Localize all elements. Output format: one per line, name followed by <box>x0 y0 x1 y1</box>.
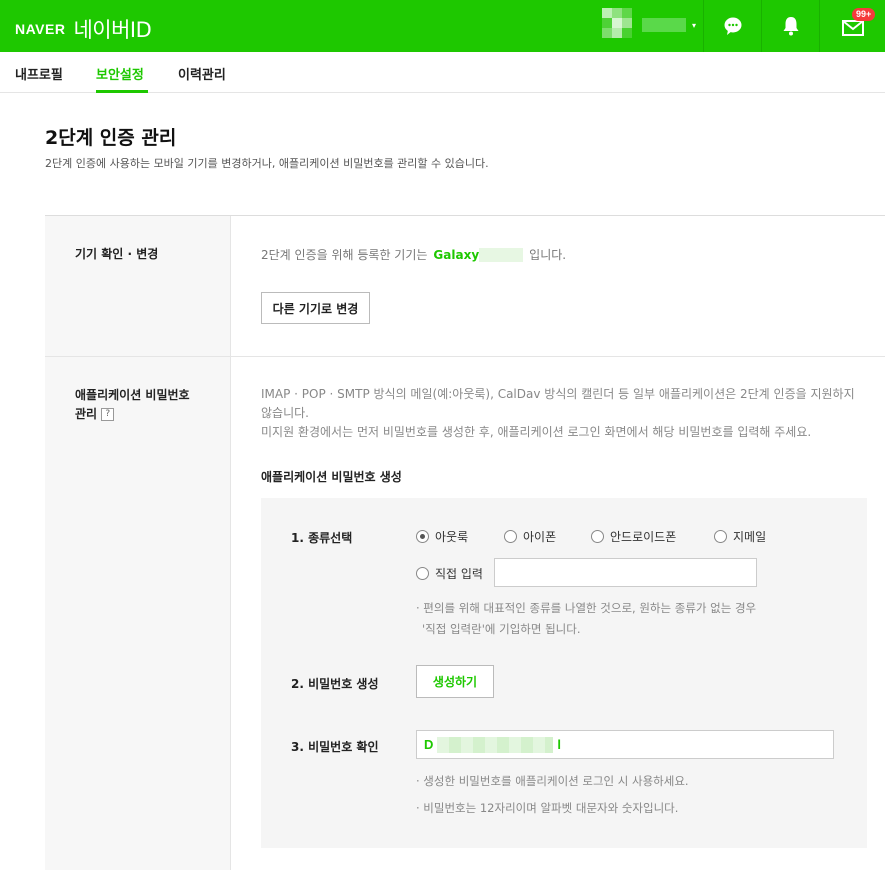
chevron-down-icon: ▾ <box>692 20 697 30</box>
password-last-char: l <box>557 737 562 752</box>
app-password-description: IMAP · POP · SMTP 방식의 메일(예:아웃룩), CalDav … <box>261 385 866 442</box>
page-description: 2단계 인증에 사용하는 모바일 기기를 변경하거나, 애플리케이션 비밀번호를… <box>45 157 489 170</box>
user-name-masked <box>642 18 686 32</box>
device-section-label: 기기 확인 · 변경 <box>75 247 159 261</box>
radio-android-label: 안드로이드폰 <box>610 530 677 544</box>
device-text-after: 입니다. <box>529 248 567 262</box>
tab-my-profile[interactable]: 내프로필 <box>15 64 63 83</box>
avatar <box>602 8 632 42</box>
help-icon[interactable]: ? <box>101 408 115 421</box>
radio-checked-icon <box>416 530 429 543</box>
direct-input-field[interactable] <box>494 558 757 587</box>
app-password-label-text: 관리 <box>75 407 98 421</box>
active-tab-indicator <box>96 90 148 93</box>
password-first-char: D <box>424 737 434 752</box>
column-divider <box>230 216 231 870</box>
radio-outlook[interactable]: 아웃룩 <box>416 528 468 545</box>
device-text-before: 2단계 인증을 위해 등록한 기기는 <box>261 248 428 262</box>
radio-gmail-label: 지메일 <box>733 530 767 544</box>
step1-note: · 편의를 위해 대표적인 종류를 나열한 것으로, 원하는 종류가 없는 경우… <box>416 598 756 640</box>
radio-unchecked-icon <box>714 530 727 543</box>
device-name: Galaxy <box>433 247 480 262</box>
radio-gmail[interactable]: 지메일 <box>714 528 766 545</box>
app-desc-line1: IMAP · POP · SMTP 방식의 메일(예:아웃룩), CalDav … <box>261 387 855 420</box>
change-device-button[interactable]: 다른 기기로 변경 <box>261 292 370 324</box>
step3-note2: · 비밀번호는 12자리이며 알파벳 대문자와 숫자입니다. <box>416 801 679 815</box>
app-desc-line2: 미지원 환경에서는 먼저 비밀번호를 생성한 후, 애플리케이션 로그인 화면에… <box>261 425 812 439</box>
top-header: NAVER 네이버ID ▾ 99+ <box>0 0 885 52</box>
radio-unchecked-icon <box>416 567 429 580</box>
radio-unchecked-icon <box>591 530 604 543</box>
radio-android[interactable]: 안드로이드폰 <box>591 528 676 545</box>
user-menu[interactable]: ▾ <box>602 8 696 42</box>
generated-password-field[interactable]: D l <box>416 730 834 759</box>
radio-direct-input[interactable]: 직접 입력 <box>416 565 483 582</box>
app-password-section-label: 애플리케이션 비밀번호 관리 ? <box>75 386 190 424</box>
notification-button[interactable] <box>761 0 819 52</box>
naver-id-logo[interactable]: NAVER 네이버ID <box>15 14 152 44</box>
step2-label: 2. 비밀번호 생성 <box>291 677 379 691</box>
app-password-label-line1: 애플리케이션 비밀번호 <box>75 388 190 402</box>
bell-icon <box>783 17 798 36</box>
radio-unchecked-icon <box>504 530 517 543</box>
app-password-label-line2: 관리 ? <box>75 405 190 424</box>
password-masked <box>437 736 554 753</box>
mail-icon <box>841 20 864 36</box>
naver-id-title: 네이버ID <box>73 18 152 42</box>
device-model-masked <box>479 247 524 262</box>
step3-label: 3. 비밀번호 확인 <box>291 740 379 754</box>
page-title: 2단계 인증 관리 <box>45 127 177 149</box>
mail-count-badge: 99+ <box>852 8 876 21</box>
mail-button[interactable]: 99+ <box>819 0 885 52</box>
row-divider <box>45 356 885 357</box>
step3-note1: · 생성한 비밀번호를 애플리케이션 로그인 시 사용하세요. <box>416 774 689 788</box>
talk-button[interactable] <box>703 0 761 52</box>
naver-logo-text: NAVER <box>15 21 66 37</box>
radio-iphone-label: 아이폰 <box>523 530 557 544</box>
generate-password-button[interactable]: 생성하기 <box>416 665 494 698</box>
step1-note-line1: · 편의를 위해 대표적인 종류를 나열한 것으로, 원하는 종류가 없는 경우 <box>416 601 757 615</box>
radio-iphone[interactable]: 아이폰 <box>504 528 556 545</box>
app-password-subtitle: 애플리케이션 비밀번호 생성 <box>261 470 402 484</box>
tab-bar: 내프로필 보안설정 이력관리 <box>0 52 885 93</box>
step1-note-line2: '직접 입력란'에 기입하면 됩니다. <box>422 622 581 636</box>
tab-security-settings[interactable]: 보안설정 <box>96 64 144 83</box>
tab-history[interactable]: 이력관리 <box>178 64 226 83</box>
radio-direct-input-label: 직접 입력 <box>435 567 483 581</box>
step1-label: 1. 종류선택 <box>291 531 353 545</box>
device-info: 2단계 인증을 위해 등록한 기기는 Galaxy 입니다. <box>261 246 566 263</box>
label-column <box>45 216 230 870</box>
chat-bubble-icon <box>724 17 741 35</box>
radio-outlook-label: 아웃룩 <box>435 530 469 544</box>
password-generation-panel <box>261 498 867 848</box>
